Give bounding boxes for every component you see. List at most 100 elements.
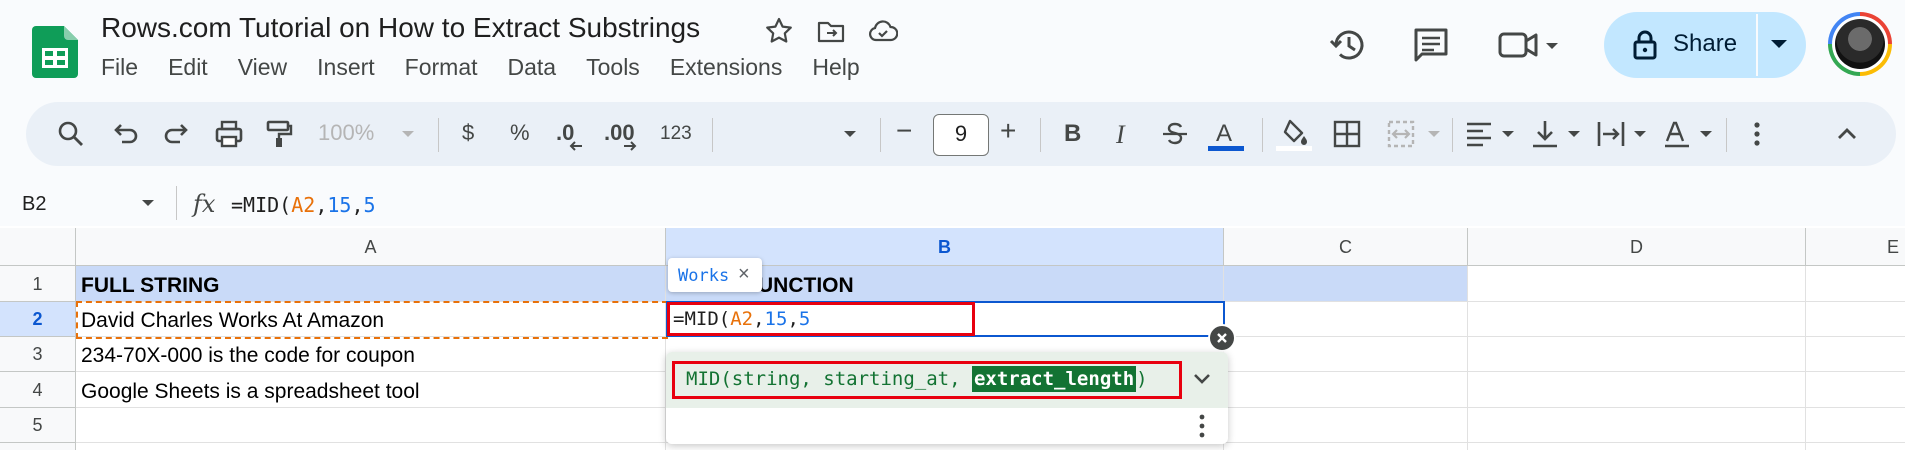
toolbar-divider	[712, 118, 713, 152]
text-rotation-icon[interactable]	[1660, 117, 1694, 151]
font-size-value: 9	[954, 121, 968, 146]
borders-icon[interactable]	[1330, 117, 1364, 151]
formula-arg: 5	[363, 193, 376, 217]
collapse-toolbar-icon[interactable]	[1830, 117, 1864, 151]
menu-view[interactable]: View	[238, 54, 287, 81]
sheets-logo-icon[interactable]	[32, 26, 78, 78]
menu-insert[interactable]: Insert	[317, 54, 375, 81]
select-all-corner[interactable]	[0, 228, 76, 266]
menu-format[interactable]: Format	[405, 54, 478, 81]
redo-icon[interactable]	[160, 117, 194, 151]
star-icon[interactable]	[764, 16, 794, 46]
menu-edit[interactable]: Edit	[168, 54, 208, 81]
toolbar-divider	[1040, 118, 1041, 152]
undo-icon[interactable]	[108, 117, 142, 151]
cell-a4[interactable]: Google Sheets is a spreadsheet tool	[81, 380, 420, 404]
font-dropdown-icon[interactable]	[842, 129, 858, 139]
autocomplete-chip-label: Works	[678, 266, 730, 286]
zoom-select[interactable]: 100%	[318, 120, 374, 146]
close-formula-icon[interactable]	[1208, 324, 1236, 352]
align-dropdown-icon[interactable]	[1500, 129, 1516, 139]
horizontal-align-icon[interactable]	[1462, 117, 1496, 151]
increase-font-size-button[interactable]: +	[1000, 115, 1016, 147]
search-menus-icon[interactable]	[54, 117, 88, 151]
formula-prefix: =MID(	[231, 193, 292, 217]
fx-icon: fx	[193, 190, 216, 218]
column-header-a[interactable]: A	[76, 228, 666, 266]
bold-button[interactable]: B	[1064, 120, 1081, 148]
toolbar-divider	[1262, 118, 1263, 152]
menu-data[interactable]: Data	[508, 54, 557, 81]
comments-icon[interactable]	[1410, 24, 1452, 66]
arrow-left-icon	[569, 141, 582, 151]
row-header-6[interactable]	[0, 443, 76, 450]
merge-cells-icon[interactable]	[1384, 117, 1418, 151]
function-help-popup: MID(string, starting_at, extract_length)	[666, 352, 1228, 444]
paint-format-icon[interactable]	[262, 117, 296, 151]
menu-extensions[interactable]: Extensions	[670, 54, 783, 81]
formula-input[interactable]: =MID(A2,15,5	[231, 193, 376, 217]
version-history-icon[interactable]	[1328, 24, 1370, 66]
toolbar-divider	[1452, 118, 1453, 152]
share-label: Share	[1673, 30, 1738, 57]
text-wrapping-icon[interactable]	[1594, 117, 1628, 151]
column-header-e[interactable]: E	[1806, 228, 1905, 266]
toolbar-divider	[1726, 118, 1727, 152]
share-dropdown-icon[interactable]	[1768, 36, 1790, 52]
cloud-saved-icon[interactable]	[868, 16, 898, 46]
zoom-dropdown-icon[interactable]	[400, 129, 416, 139]
expand-help-icon[interactable]	[1192, 372, 1212, 386]
formula-ref: A2	[291, 193, 316, 217]
avatar[interactable]	[1828, 12, 1892, 76]
share-divider	[1756, 14, 1758, 76]
valign-dropdown-icon[interactable]	[1566, 129, 1582, 139]
autocomplete-chip[interactable]: Works ×	[668, 258, 762, 292]
row-header-4[interactable]: 4	[0, 372, 76, 408]
more-options-icon[interactable]	[1740, 117, 1774, 151]
lock-icon	[1633, 30, 1657, 60]
menu-file[interactable]: File	[101, 54, 138, 81]
print-icon[interactable]	[212, 117, 246, 151]
toolbar-divider	[438, 118, 439, 152]
row-header-5[interactable]: 5	[0, 408, 76, 443]
name-box-dropdown-icon[interactable]	[140, 198, 156, 208]
menu-bar: File Edit View Insert Format Data Tools …	[101, 54, 890, 81]
formula-sep: ,	[351, 193, 364, 217]
document-title[interactable]: Rows.com Tutorial on How to Extract Subs…	[101, 12, 700, 44]
copy-range-marquee	[76, 301, 668, 339]
more-formats-button[interactable]: 123	[660, 123, 692, 145]
italic-button[interactable]: I	[1116, 120, 1125, 150]
merge-dropdown-icon[interactable]	[1426, 129, 1442, 139]
strikethrough-icon[interactable]	[1158, 117, 1192, 151]
more-vert-icon[interactable]	[1192, 412, 1212, 440]
format-currency-button[interactable]: $	[462, 120, 474, 146]
annotation-highlight-box	[672, 361, 1182, 399]
cell-a1[interactable]: FULL STRING	[81, 274, 219, 298]
format-percent-button[interactable]: %	[510, 120, 530, 146]
chip-close-icon[interactable]: ×	[738, 263, 750, 286]
toolbar-divider	[880, 118, 881, 152]
menu-help[interactable]: Help	[812, 54, 859, 81]
wrap-dropdown-icon[interactable]	[1632, 129, 1648, 139]
meet-icon[interactable]	[1496, 24, 1562, 66]
decrease-font-size-button[interactable]: −	[896, 115, 912, 147]
move-to-folder-icon[interactable]	[816, 16, 846, 46]
cell-a3[interactable]: 234-70X-000 is the code for coupon	[81, 344, 415, 368]
menu-tools[interactable]: Tools	[586, 54, 640, 81]
grid-line	[1805, 266, 1806, 450]
formula-bar-divider	[176, 186, 177, 220]
row-header-2[interactable]: 2	[0, 302, 76, 337]
column-header-c[interactable]: C	[1224, 228, 1468, 266]
fill-color-swatch	[1276, 146, 1312, 151]
vertical-align-icon[interactable]	[1528, 117, 1562, 151]
rotation-dropdown-icon[interactable]	[1698, 129, 1714, 139]
name-box[interactable]: B2	[22, 193, 46, 216]
column-header-d[interactable]: D	[1468, 228, 1806, 266]
cell-b1[interactable]: UNCTION	[758, 274, 854, 298]
arrow-right-icon	[624, 141, 637, 151]
formula-arg: 15	[327, 193, 352, 217]
row-header-1[interactable]: 1	[0, 266, 76, 302]
text-color-button[interactable]: A	[1216, 120, 1232, 148]
annotation-highlight-box	[667, 302, 975, 336]
row-header-3[interactable]: 3	[0, 337, 76, 372]
